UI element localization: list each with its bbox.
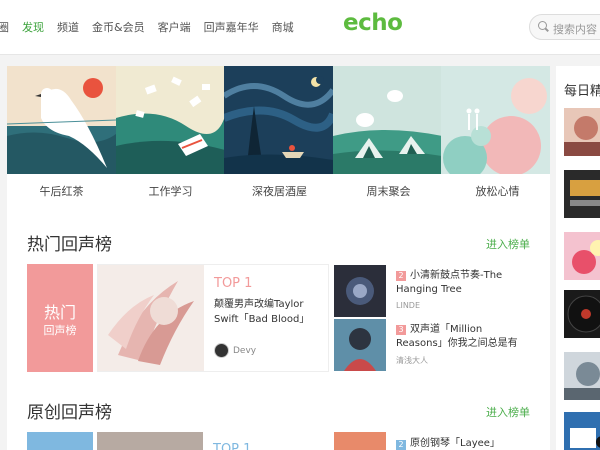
hot-item2-title[interactable]: 小清新鼓点节奏-The Hanging Tree [396,269,528,297]
daily-picks-title: 每日精 [564,84,600,99]
right-sidebar: 每日精 [556,66,600,450]
hot-chart-label-box[interactable]: 热门 回声榜 [27,264,93,372]
scene-tile-late-night-bar[interactable] [224,66,333,174]
hot-chart-more-link[interactable]: 进入榜单 [486,236,530,252]
feather-cover-art [98,265,204,371]
starry-night-illustration [224,66,333,174]
scene-banner [7,66,550,174]
original-chart-label-box[interactable] [27,432,93,450]
hot-top1-title[interactable]: 颠覆男声改编Taylor Swift「Bad Blood」 [214,297,322,327]
tents-illustration [332,66,442,174]
banner-caption-weekend-party[interactable]: 周末聚会 [334,183,443,199]
nav-item-discover[interactable]: 发现 [22,19,44,35]
nav-item-client[interactable]: 客户端 [158,19,191,35]
pastel-illustration [441,66,550,174]
hot-item3-artist[interactable]: 清浅大人 [396,355,428,366]
main-content: 午后红茶 工作学习 深夜居酒屋 周末聚会 放松心情 热门回声榜 进入榜单 热门 … [7,66,550,450]
original-chart-title: 原创回声榜 [27,403,112,423]
dark-album-cover [334,265,386,317]
scene-tile-relax[interactable] [441,66,550,174]
nav-item-carnival[interactable]: 回声嘉年华 [204,19,259,35]
daily-thumb-5-art [564,362,600,400]
scene-tile-work-study[interactable] [115,66,225,174]
hot-item3-title[interactable]: 双声道「Million Reasons」你我之间总是有 [396,323,528,351]
nav-item-coins-vip[interactable]: 金币&会员 [92,19,145,35]
hot-box-line2: 回声榜 [43,324,77,337]
search-placeholder: 搜索内容 [553,23,597,36]
scene-tile-weekend-party[interactable] [332,66,442,174]
papers-illustration [115,66,225,174]
original-chart-more-link[interactable]: 进入榜单 [486,404,530,420]
original-item2-title[interactable]: 原创钢琴「Layee」 [410,437,540,450]
hot-item2-cover[interactable] [334,265,386,317]
original-top1-cover[interactable] [97,432,203,450]
nav-item-store[interactable]: 商城 [272,19,294,35]
vinyl-record-art [567,295,600,333]
nav-item-circle[interactable]: 圈 [0,19,9,35]
hot-chart-title: 热门回声榜 [27,235,112,255]
bird-illustration [7,66,116,174]
original-item2-rank: 2 [396,440,406,450]
hot-item2-artist[interactable]: LINDE [396,301,420,310]
daily-thumb-4[interactable] [564,290,600,338]
main-nav: 圈 发现 频道 金币&会员 客户端 回声嘉年华 商城 [0,19,307,35]
nav-item-channel[interactable]: 频道 [57,19,79,35]
hot-top1-user[interactable]: Devy [233,346,256,356]
search-box[interactable]: 搜索内容 [529,14,600,40]
hot-box-line1: 热门 [43,303,76,322]
daily-thumb-2[interactable] [564,170,600,218]
banner-caption-relax[interactable]: 放松心情 [443,183,552,199]
daily-thumb-1[interactable] [564,108,600,156]
user-avatar[interactable] [214,343,229,358]
top-header: 圈 发现 频道 金币&会员 客户端 回声嘉年华 商城 echo 搜索内容 [0,0,600,55]
daily-thumb-6[interactable] [564,412,600,450]
daily-thumb-5[interactable] [564,352,600,400]
daily-thumb-1-art [564,116,600,156]
hot-chart-item-3[interactable]: 3 双声道「Million Reasons」你我之间总是有 清浅大人 [334,319,530,371]
banner-caption-afternoon-tea[interactable]: 午后红茶 [7,183,116,199]
girl-album-cover [334,319,386,371]
search-icon [538,21,547,30]
banner-caption-work-study[interactable]: 工作学习 [116,183,225,199]
original-item2-cover[interactable] [334,432,386,450]
daily-thumb-3-art [572,240,600,274]
banner-caption-late-night-bar[interactable]: 深夜居酒屋 [225,183,334,199]
daily-thumb-6-art [570,428,600,448]
original-top1-rank: TOP 1 [213,442,252,450]
hot-item3-cover[interactable] [334,319,386,371]
hot-top1-rank: TOP 1 [214,276,253,291]
hot-top1-card[interactable]: TOP 1 颠覆男声改编Taylor Swift「Bad Blood」 Devy [97,264,329,372]
daily-thumb-3[interactable] [564,232,600,280]
hot-chart-item-2[interactable]: 2 小清新鼓点节奏-The Hanging Tree LINDE [334,265,530,317]
echo-logo[interactable]: echo [343,10,403,36]
hot-top1-cover[interactable] [98,265,204,371]
scene-tile-afternoon-tea[interactable] [7,66,116,174]
daily-thumb-2-art [570,180,600,206]
